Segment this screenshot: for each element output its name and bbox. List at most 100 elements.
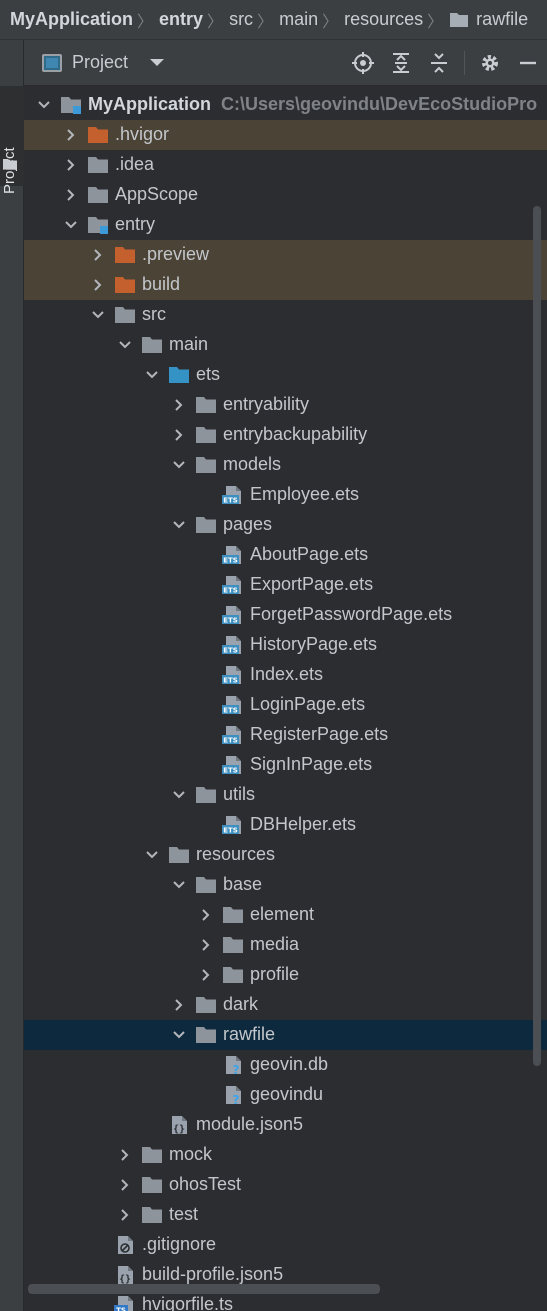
expand-toggle[interactable] bbox=[169, 420, 189, 450]
chevron-down-icon[interactable] bbox=[118, 338, 132, 352]
expand-toggle[interactable] bbox=[169, 510, 189, 540]
tree-row[interactable]: main bbox=[24, 330, 547, 360]
chevron-right-icon[interactable] bbox=[64, 158, 78, 172]
chevron-down-icon[interactable] bbox=[172, 518, 186, 532]
tree-row[interactable]: ETS HistoryPage.ets bbox=[24, 630, 547, 660]
tree-row[interactable]: .preview bbox=[24, 240, 547, 270]
expand-toggle[interactable] bbox=[142, 360, 162, 390]
breadcrumb-item[interactable]: resources bbox=[344, 9, 423, 30]
expand-toggle[interactable] bbox=[88, 270, 108, 300]
tree-row[interactable]: element bbox=[24, 900, 547, 930]
expand-toggle[interactable] bbox=[115, 330, 135, 360]
chevron-right-icon[interactable] bbox=[199, 908, 213, 922]
expand-toggle[interactable] bbox=[196, 900, 216, 930]
tree-row[interactable]: rawfile bbox=[24, 1020, 547, 1050]
expand-toggle[interactable] bbox=[169, 390, 189, 420]
chevron-right-icon[interactable] bbox=[118, 1178, 132, 1192]
chevron-down-icon[interactable] bbox=[172, 458, 186, 472]
settings-button[interactable] bbox=[471, 40, 509, 86]
expand-toggle[interactable] bbox=[115, 1140, 135, 1170]
expand-toggle[interactable] bbox=[61, 120, 81, 150]
chevron-down-icon[interactable] bbox=[150, 59, 165, 66]
chevron-right-icon[interactable] bbox=[199, 968, 213, 982]
expand-toggle[interactable] bbox=[169, 870, 189, 900]
tree-row[interactable]: .gitignore bbox=[24, 1230, 547, 1260]
tree-row[interactable]: AppScope bbox=[24, 180, 547, 210]
chevron-down-icon[interactable] bbox=[91, 308, 105, 322]
breadcrumb-item[interactable]: entry bbox=[159, 9, 203, 30]
tree-row[interactable]: src bbox=[24, 300, 547, 330]
tree-row[interactable]: ? geovin.db bbox=[24, 1050, 547, 1080]
tree-row[interactable]: pages bbox=[24, 510, 547, 540]
tree-row[interactable]: ETS Employee.ets bbox=[24, 480, 547, 510]
expand-toggle[interactable] bbox=[196, 960, 216, 990]
tree-row[interactable]: MyApplication C:\Users\geovindu\DevEcoStu… bbox=[24, 90, 547, 120]
tree-row[interactable]: entrybackupability bbox=[24, 420, 547, 450]
expand-all-button[interactable] bbox=[382, 40, 420, 86]
expand-toggle[interactable] bbox=[169, 450, 189, 480]
chevron-right-icon[interactable] bbox=[172, 998, 186, 1012]
expand-toggle[interactable] bbox=[61, 180, 81, 210]
horizontal-scrollbar[interactable] bbox=[28, 1284, 380, 1294]
chevron-down-icon[interactable] bbox=[145, 848, 159, 862]
tree-row[interactable]: profile bbox=[24, 960, 547, 990]
hide-panel-button[interactable] bbox=[509, 40, 547, 86]
chevron-right-icon[interactable] bbox=[172, 428, 186, 442]
expand-toggle[interactable] bbox=[142, 840, 162, 870]
chevron-right-icon[interactable] bbox=[118, 1208, 132, 1222]
chevron-right-icon[interactable] bbox=[91, 248, 105, 262]
tree-row[interactable]: {} module.json5 bbox=[24, 1110, 547, 1140]
project-tree[interactable]: TS hvigorfile.ts {} build-profile.json5 .g… bbox=[24, 86, 547, 1311]
tree-row[interactable]: ets bbox=[24, 360, 547, 390]
breadcrumb-item[interactable]: MyApplication bbox=[10, 9, 133, 30]
tree-row[interactable]: ? geovindu bbox=[24, 1080, 547, 1110]
tree-row[interactable]: dark bbox=[24, 990, 547, 1020]
expand-toggle[interactable] bbox=[169, 990, 189, 1020]
expand-toggle[interactable] bbox=[196, 930, 216, 960]
tree-row[interactable]: ohosTest bbox=[24, 1170, 547, 1200]
breadcrumb-item[interactable]: rawfile bbox=[449, 9, 528, 30]
expand-toggle[interactable] bbox=[115, 1200, 135, 1230]
breadcrumb-item[interactable]: src bbox=[229, 9, 253, 30]
tree-row[interactable]: ETS ExportPage.ets bbox=[24, 570, 547, 600]
expand-toggle[interactable] bbox=[169, 1020, 189, 1050]
chevron-right-icon[interactable] bbox=[118, 1148, 132, 1162]
tree-row[interactable]: entry bbox=[24, 210, 547, 240]
project-tool-tab[interactable]: Project bbox=[0, 86, 24, 194]
tree-row[interactable]: build bbox=[24, 270, 547, 300]
chevron-right-icon[interactable] bbox=[64, 188, 78, 202]
chevron-down-icon[interactable] bbox=[172, 1028, 186, 1042]
tree-row[interactable]: ETS Index.ets bbox=[24, 660, 547, 690]
collapse-all-button[interactable] bbox=[420, 40, 458, 86]
expand-toggle[interactable] bbox=[34, 90, 54, 120]
tree-row[interactable]: ETS RegisterPage.ets bbox=[24, 720, 547, 750]
expand-toggle[interactable] bbox=[61, 210, 81, 240]
tree-row[interactable]: ETS ForgetPasswordPage.ets bbox=[24, 600, 547, 630]
expand-toggle[interactable] bbox=[61, 150, 81, 180]
tree-row[interactable]: ETS SignInPage.ets bbox=[24, 750, 547, 780]
vertical-scrollbar[interactable] bbox=[533, 206, 541, 1066]
tree-row[interactable]: ETS DBHelper.ets bbox=[24, 810, 547, 840]
tree-row[interactable]: base bbox=[24, 870, 547, 900]
tree-row[interactable]: ETS AboutPage.ets bbox=[24, 540, 547, 570]
tree-row[interactable]: resources bbox=[24, 840, 547, 870]
chevron-down-icon[interactable] bbox=[172, 878, 186, 892]
project-view-title[interactable]: Project bbox=[72, 52, 128, 73]
tree-row[interactable]: test bbox=[24, 1200, 547, 1230]
tree-row[interactable]: .idea bbox=[24, 150, 547, 180]
locate-button[interactable] bbox=[344, 40, 382, 86]
chevron-right-icon[interactable] bbox=[91, 278, 105, 292]
tree-row[interactable]: entryability bbox=[24, 390, 547, 420]
chevron-right-icon[interactable] bbox=[64, 128, 78, 142]
expand-toggle[interactable] bbox=[169, 780, 189, 810]
breadcrumb-item[interactable]: main bbox=[279, 9, 318, 30]
tree-row[interactable]: .hvigor bbox=[24, 120, 547, 150]
tree-row[interactable]: models bbox=[24, 450, 547, 480]
tree-row[interactable]: utils bbox=[24, 780, 547, 810]
tree-row[interactable]: media bbox=[24, 930, 547, 960]
chevron-down-icon[interactable] bbox=[37, 98, 51, 112]
tree-row[interactable]: mock bbox=[24, 1140, 547, 1170]
expand-toggle[interactable] bbox=[88, 240, 108, 270]
chevron-right-icon[interactable] bbox=[172, 398, 186, 412]
tree-row[interactable]: ETS LoginPage.ets bbox=[24, 690, 547, 720]
